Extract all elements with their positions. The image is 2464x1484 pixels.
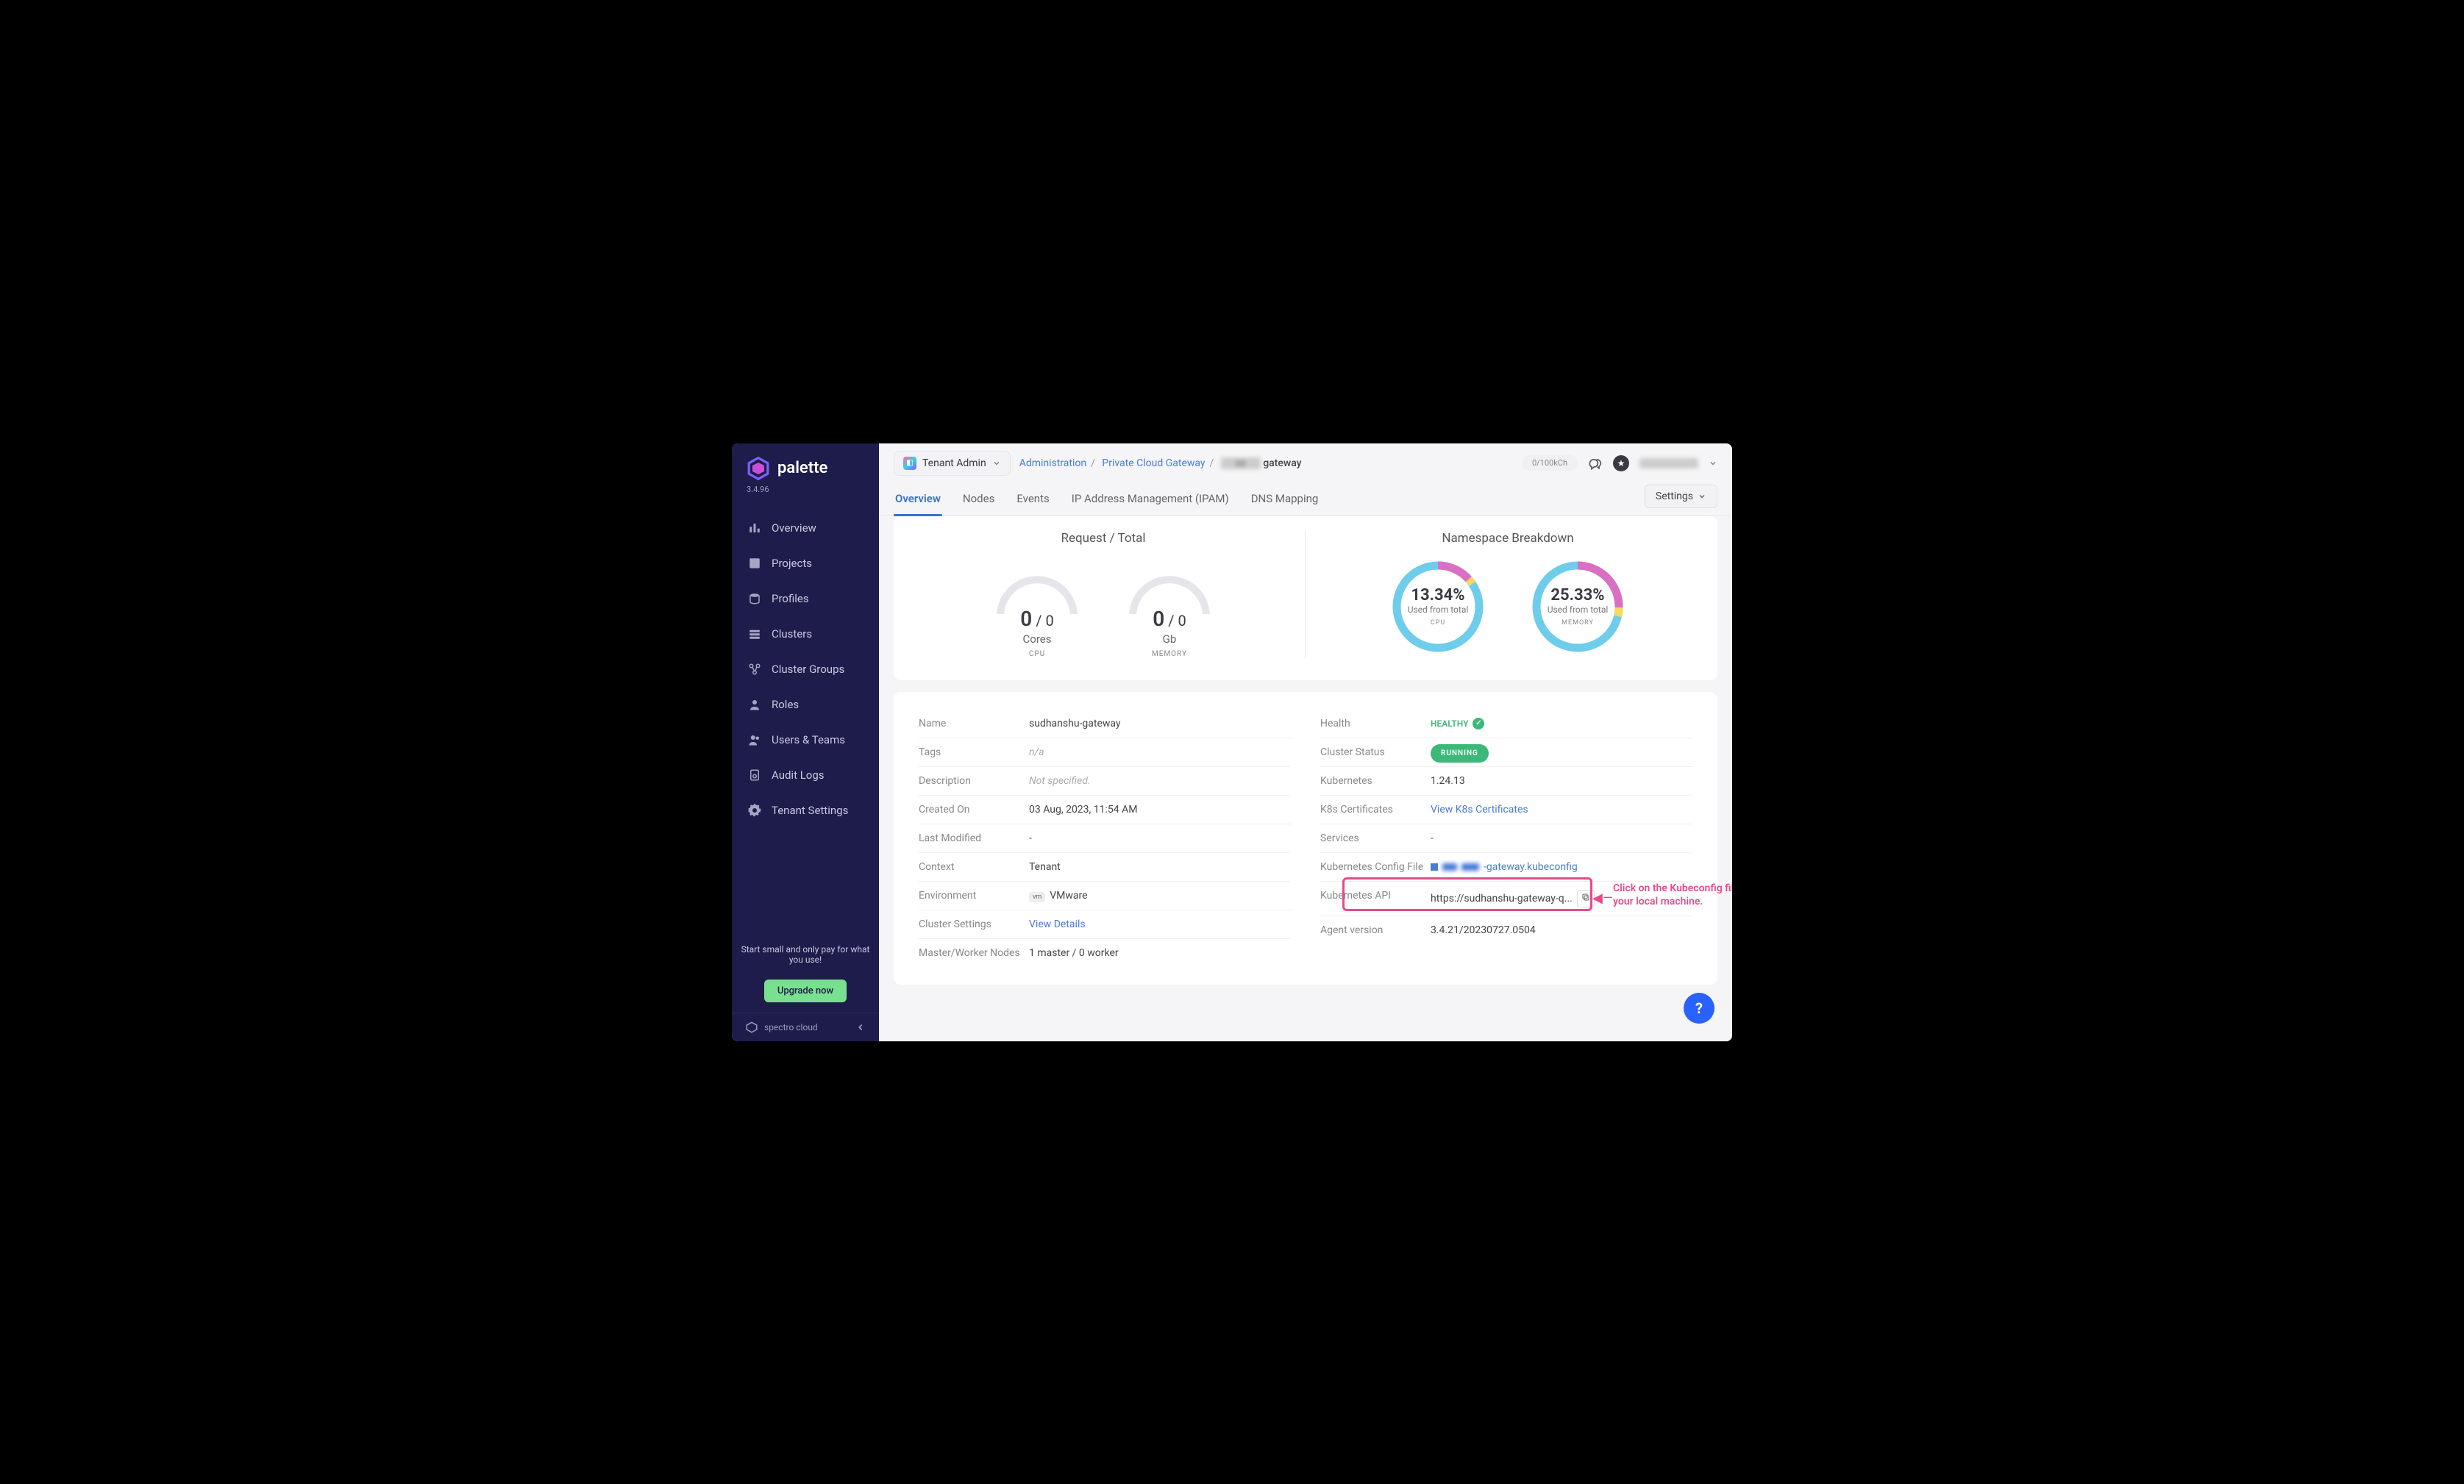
tab-dns[interactable]: DNS Mapping [1250,483,1320,516]
chevron-down-icon [1698,492,1706,501]
collapse-icon[interactable] [855,1022,866,1032]
sidebar-nav: Overview Projects Profiles Clusters Clus… [732,503,879,935]
promo-text: Start small and only pay for what you us… [732,935,879,974]
health-badge: HEALTHY✓ [1431,718,1692,729]
clusters-icon [748,627,761,641]
arrow-icon: ◀— [1592,891,1613,906]
sidebar-item-clusters[interactable]: Clusters [732,616,879,652]
sidebar-item-profiles[interactable]: Profiles [732,581,879,616]
brand-logo: palette [732,443,879,485]
sidebar-item-overview[interactable]: Overview [732,510,879,546]
kubeconfig-link[interactable]: -gateway.kubeconfig [1431,861,1692,873]
upgrade-button[interactable]: Upgrade now [764,980,847,1002]
sidebar-item-roles[interactable]: Roles [732,687,879,722]
brand-name: palette [777,459,827,477]
gear-icon [748,804,761,817]
user-blur [1639,458,1698,468]
sidebar-item-cluster-groups[interactable]: Cluster Groups [732,652,879,687]
status-badge: RUNNING [1431,744,1489,763]
cpu-gauge: 0 / 0 Cores CPU [993,559,1081,658]
help-button[interactable]: ? [1684,993,1715,1024]
tab-ipam[interactable]: IP Address Management (IPAM) [1070,483,1231,516]
settings-button[interactable]: Settings [1645,485,1717,508]
check-icon: ✓ [1473,718,1484,729]
breadcrumb: Administration/ Private Cloud Gateway/ x… [1019,457,1302,469]
details-left: Namesudhanshu-gatewayTagsn/aDescriptionN… [919,710,1291,967]
cluster-groups-icon [748,663,761,676]
cpu-donut: 13.34%Used from totalCPU [1390,559,1486,654]
view-certs-link[interactable]: View K8s Certificates [1431,804,1692,816]
request-total-title: Request / Total [901,531,1306,546]
highlight-box [1342,877,1592,911]
details-right: HealthHEALTHY✓ Cluster StatusRUNNING Kub… [1320,710,1692,967]
tab-overview[interactable]: Overview [894,483,942,516]
palette-logo-icon [747,457,770,480]
projects-icon [748,557,761,570]
metrics-card: Request / Total 0 / 0 Cores CPU 0 / 0 Gb [894,516,1717,680]
sidebar-item-projects[interactable]: Projects [732,546,879,581]
memory-gauge: 0 / 0 Gb MEMORY [1125,559,1214,658]
sidebar-item-tenant-settings[interactable]: Tenant Settings [732,793,879,828]
sidebar: palette 3.4.96 Overview Projects Profile… [732,443,879,1041]
tab-bar: Overview Nodes Events IP Address Managem… [879,483,1732,516]
users-icon [748,733,761,746]
roles-icon [748,698,761,711]
tab-nodes[interactable]: Nodes [961,483,996,516]
namespace-title: Namespace Breakdown [1306,531,1710,546]
overview-icon [748,521,761,535]
chevron-down-icon [992,459,1001,468]
memory-donut: 25.33%Used from totalMEMORY [1530,559,1626,654]
profiles-icon [748,592,761,605]
topbar: ◧ Tenant Admin Administration/ Private C… [879,443,1732,483]
sidebar-footer: spectro cloud [732,1013,879,1041]
sidebar-item-users-teams[interactable]: Users & Teams [732,722,879,757]
crumb-current: gateway [1263,457,1301,469]
crumb-pcg[interactable]: Private Cloud Gateway [1102,457,1205,469]
chat-icon[interactable] [1588,456,1603,471]
callout-text: Click on the Kubeconfig file name to dow… [1613,882,1732,908]
tab-events[interactable]: Events [1015,483,1050,516]
audit-icon [748,768,761,782]
tenant-icon: ◧ [903,457,916,470]
tenant-selector[interactable]: ◧ Tenant Admin [894,451,1011,476]
crumb-administration[interactable]: Administration [1019,457,1086,469]
spectro-icon [745,1021,758,1034]
app-window: palette 3.4.96 Overview Projects Profile… [732,443,1732,1041]
details-card: Namesudhanshu-gatewayTagsn/aDescriptionN… [894,692,1717,985]
content-area: Request / Total 0 / 0 Cores CPU 0 / 0 Gb [879,516,1732,1041]
version-label: 3.4.96 [732,485,879,503]
star-icon[interactable]: ★ [1613,455,1629,471]
main-panel: ◧ Tenant Admin Administration/ Private C… [879,443,1732,1041]
sidebar-item-audit-logs[interactable]: Audit Logs [732,757,879,793]
quota-pill: 0/100kCh [1522,455,1578,471]
chevron-down-icon[interactable] [1709,459,1717,468]
